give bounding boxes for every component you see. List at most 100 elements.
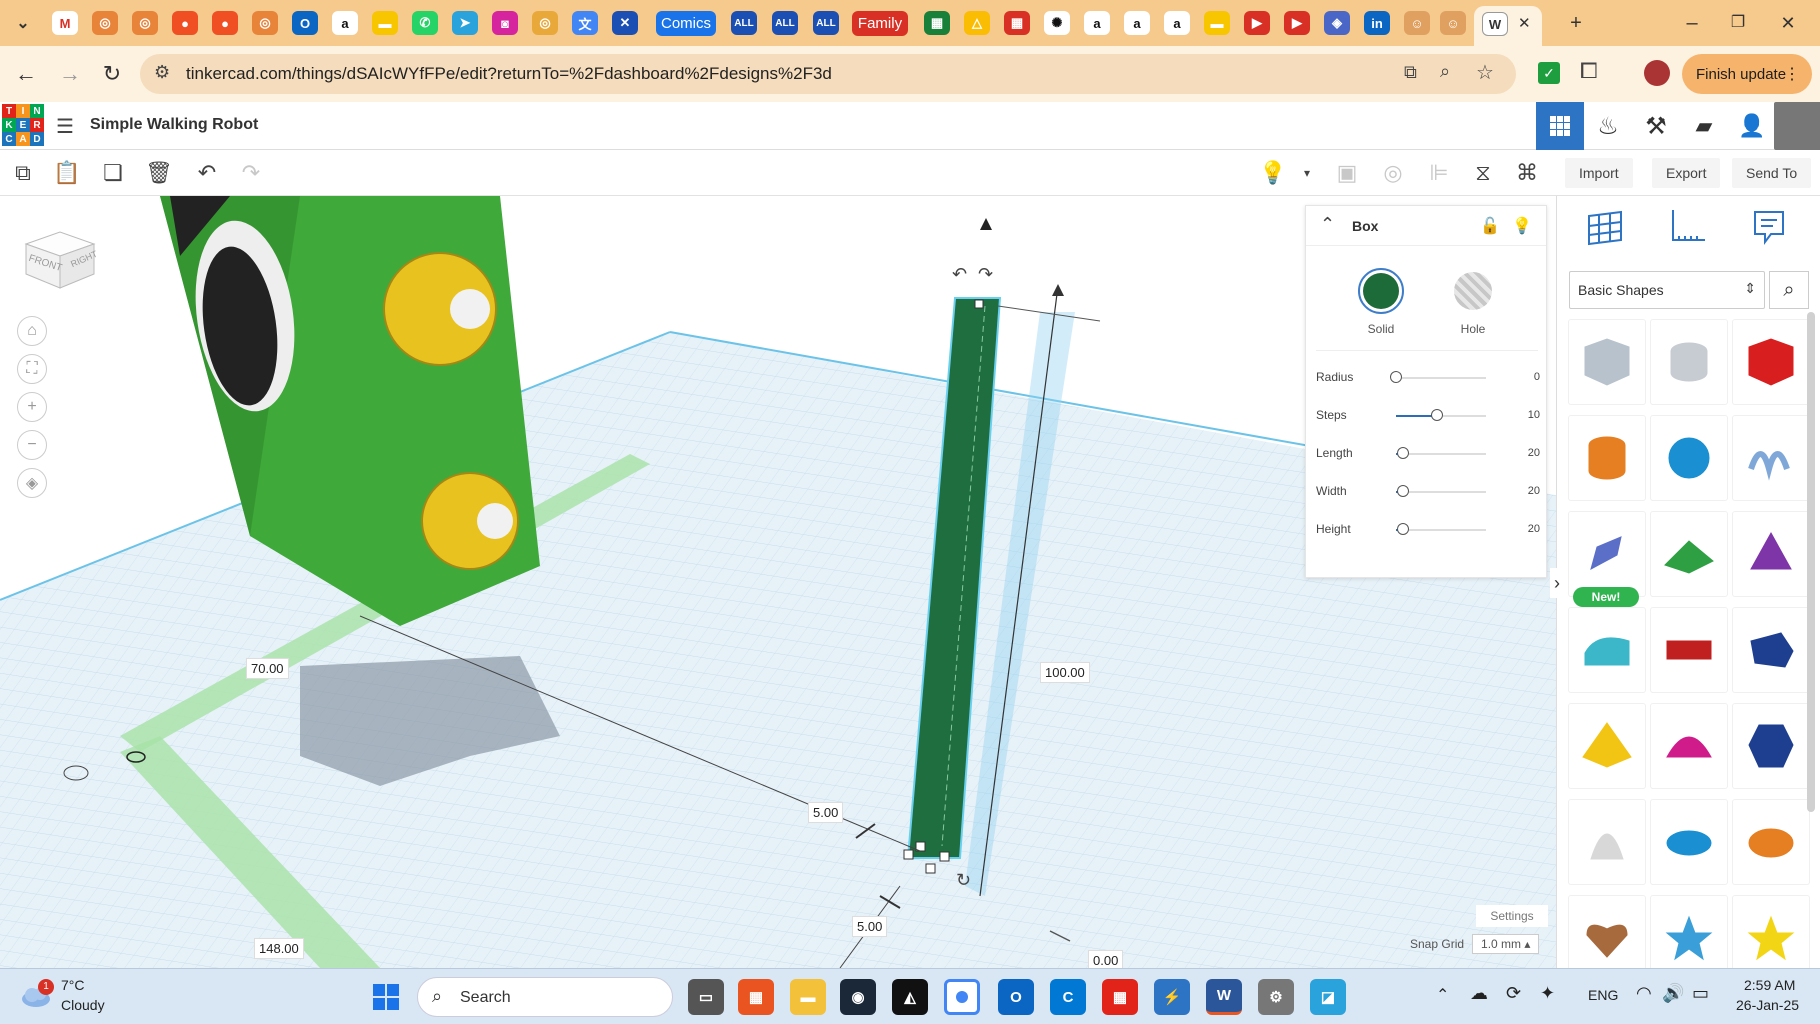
property-slider-track[interactable] (1396, 529, 1486, 531)
tab-favicon-icon[interactable]: ▬ (372, 11, 398, 35)
close-tab-icon[interactable]: ✕ (1518, 14, 1531, 32)
property-slider-track[interactable] (1396, 377, 1486, 379)
tinkercad-taskbar-icon[interactable]: ▦ (1102, 979, 1138, 1015)
active-tab[interactable]: W ✕ (1474, 6, 1542, 46)
copy-icon[interactable]: ⧉ (8, 158, 38, 188)
shape-box[interactable] (1733, 320, 1809, 404)
clock-date[interactable]: 26-Jan-25 (1736, 997, 1799, 1013)
export-button[interactable]: Export (1652, 158, 1721, 188)
property-value[interactable]: 10 (1528, 409, 1540, 421)
shape-shape-generator[interactable] (1569, 512, 1645, 596)
shape-cylinder[interactable] (1569, 416, 1645, 500)
cruise-icon[interactable]: ⌘ (1512, 158, 1542, 188)
user-avatar[interactable] (1774, 102, 1820, 150)
duplicate-icon[interactable]: ❏ (98, 158, 128, 188)
address-bar[interactable]: ⚙ tinkercad.com/things/dSAIcWYfFPe/edit?… (140, 54, 1516, 94)
tinkercad-logo[interactable]: T I N K E R C A D (2, 104, 44, 146)
weather-cloud-icon[interactable]: 1 (20, 979, 54, 1009)
property-slider-knob[interactable] (1390, 371, 1402, 383)
dimension-label[interactable]: 5.00 (808, 802, 844, 823)
shape-search-button[interactable]: ⌕ (1769, 271, 1809, 309)
tray-app-icon[interactable]: ✦ (1540, 983, 1555, 1004)
minimize-button[interactable]: – (1672, 10, 1712, 36)
file-explorer-icon[interactable]: ▬ (790, 979, 826, 1015)
language-indicator[interactable]: ENG (1588, 987, 1618, 1003)
weather-condition[interactable]: Cloudy (61, 997, 105, 1013)
tab-comics[interactable]: Comics (656, 11, 716, 36)
tab-all[interactable]: ALL (772, 11, 798, 35)
show-all-icon[interactable]: 💡 (1258, 158, 1288, 188)
redo-icon[interactable]: ↷ (236, 158, 266, 188)
property-slider-knob[interactable] (1397, 447, 1409, 459)
property-value[interactable]: 0 (1534, 371, 1540, 383)
group-icon[interactable]: ▣ (1332, 158, 1362, 188)
add-user-icon[interactable]: 👤 (1728, 102, 1776, 150)
back-button[interactable]: ← (10, 58, 42, 90)
delete-icon[interactable]: 🗑 (144, 158, 174, 188)
paste-icon[interactable]: 📋 (52, 158, 82, 188)
site-info-icon[interactable]: ⚙ (154, 62, 170, 83)
shape-cylinder-hole[interactable] (1651, 320, 1727, 404)
sheets-icon[interactable]: ▦ (924, 11, 950, 35)
property-slider-knob[interactable] (1397, 485, 1409, 497)
property-value[interactable]: 20 (1528, 447, 1540, 459)
ungroup-icon[interactable]: ◎ (1378, 158, 1408, 188)
openai-icon[interactable]: ✺ (1044, 11, 1070, 35)
open-in-app-icon[interactable]: ⧉ (1404, 62, 1417, 83)
predator-icon[interactable]: ◭ (892, 979, 928, 1015)
onedrive-icon[interactable]: ☁ (1470, 983, 1488, 1004)
finish-update-button[interactable]: Finish update ⋮ (1682, 54, 1812, 94)
snap-grid-select[interactable]: 1.0 mm ▴ (1472, 934, 1540, 954)
property-value[interactable]: 20 (1528, 485, 1540, 497)
library-scrollbar[interactable] (1807, 312, 1815, 812)
undo-icon[interactable]: ↶ (192, 158, 222, 188)
home-view-icon[interactable]: ⌂ (17, 316, 47, 346)
amazon-icon[interactable]: a (1124, 11, 1150, 35)
ortho-view-icon[interactable]: ◈ (17, 468, 47, 498)
zoom-out-icon[interactable]: − (17, 430, 47, 460)
chrome-icon[interactable] (944, 979, 980, 1015)
property-slider-track[interactable] (1396, 453, 1486, 455)
photos-icon[interactable]: ◪ (1310, 979, 1346, 1015)
resize-handle[interactable] (903, 849, 914, 860)
translate-icon[interactable]: 文 (572, 11, 598, 35)
shape-paraboloid[interactable] (1569, 800, 1645, 884)
extensions-icon[interactable]: ⧠ (1580, 58, 1598, 84)
dimension-label[interactable]: 0.00 (1088, 950, 1124, 968)
resize-handle[interactable] (974, 299, 984, 309)
resize-handle[interactable] (925, 863, 936, 874)
resize-handle[interactable] (939, 851, 950, 862)
tab-favicon-icon[interactable]: ◎ (252, 11, 278, 35)
new-tab-button[interactable]: + (1556, 10, 1596, 36)
amazon-icon[interactable]: a (332, 11, 358, 35)
hole-swatch[interactable] (1454, 272, 1492, 310)
telegram-icon[interactable]: ➤ (452, 11, 478, 35)
dimension-label[interactable]: 100.00 (1040, 662, 1090, 683)
dimension-label[interactable]: 148.00 (254, 938, 304, 959)
shape-sphere[interactable] (1651, 416, 1727, 500)
align-icon[interactable]: ⊫ (1424, 158, 1454, 188)
collapse-panel-arrow[interactable]: › (1550, 568, 1564, 598)
shape-text[interactable] (1651, 608, 1727, 692)
briefcase-icon[interactable]: ▰ (1680, 102, 1728, 150)
visibility-bulb-icon[interactable]: 💡 (1512, 216, 1532, 236)
drive-icon[interactable]: △ (964, 11, 990, 35)
shape-cone[interactable] (1733, 512, 1809, 596)
shape-round-roof[interactable] (1569, 608, 1645, 692)
taskbar-search[interactable]: ⌕ Search (417, 977, 673, 1017)
rotate-handle-icon[interactable]: ↻ (956, 870, 971, 890)
rotate-handle-icon[interactable]: ↷ (978, 264, 993, 284)
grid-view-icon[interactable] (1585, 206, 1625, 249)
sync-icon[interactable]: ⟳ (1506, 983, 1521, 1004)
shape-tube[interactable] (1733, 800, 1809, 884)
settings-button[interactable]: Settings (1476, 905, 1548, 927)
url-text[interactable]: tinkercad.com/things/dSAIcWYfFPe/edit?re… (186, 64, 832, 84)
tab-all[interactable]: ALL (731, 11, 757, 35)
tab-favicon-icon[interactable]: ✕ (612, 11, 638, 35)
task-view-icon[interactable]: ▭ (688, 979, 724, 1015)
volume-icon[interactable]: 🔊 (1662, 983, 1684, 1004)
settings-gear-icon[interactable]: ⚙ (1258, 979, 1294, 1015)
gmail-icon[interactable]: M (52, 11, 78, 35)
lift-cone-icon[interactable] (980, 218, 992, 230)
fit-view-icon[interactable]: ⛶ (17, 354, 47, 384)
